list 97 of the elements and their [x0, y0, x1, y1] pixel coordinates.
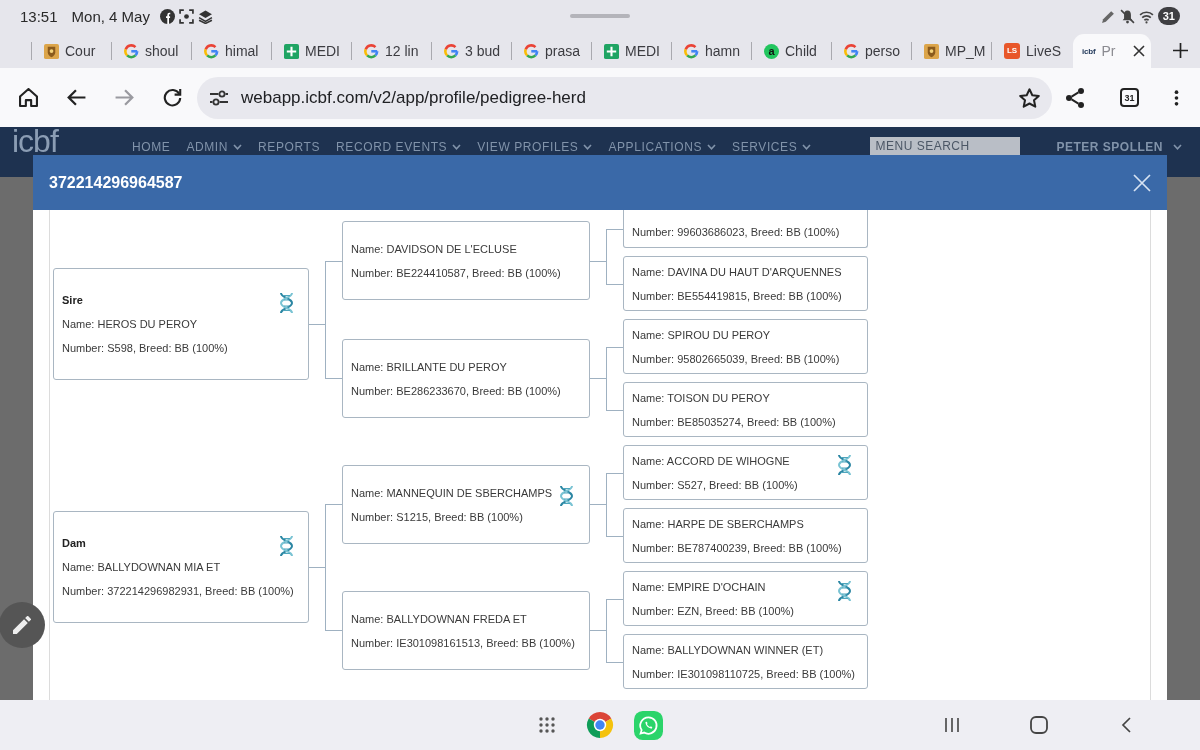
- home-icon: [18, 88, 38, 107]
- nav-menu-item[interactable]: HOME: [132, 140, 171, 154]
- animal-name: Name: DAVINA DU HAUT D'ARQUENNES: [632, 265, 842, 280]
- browser-tab[interactable]: hamn: [671, 34, 751, 68]
- reload-icon: [162, 88, 182, 107]
- browser-tab[interactable]: a Child: [751, 34, 831, 68]
- browser-tab[interactable]: himal: [191, 34, 271, 68]
- animal-name: Name: HARPE DE SBERCHAMPS: [632, 517, 804, 532]
- browser-tab[interactable]: perso: [831, 34, 911, 68]
- animal-name: Name: DAVIDSON DE L'ECLUSE: [351, 242, 517, 257]
- animal-number: Number: BE85035274, Breed: BB (100%): [632, 415, 836, 430]
- nav-menu-item[interactable]: REPORTS: [258, 140, 321, 154]
- browser-tab[interactable]: MP_M: [911, 34, 991, 68]
- spreadsheet-icon: [284, 43, 299, 59]
- user-menu-button[interactable]: PETER SPOLLEN: [1056, 127, 1182, 154]
- wifi-icon: [1138, 8, 1154, 24]
- favicon-letter: LS: [1004, 43, 1020, 59]
- g-logo-icon: [524, 43, 539, 59]
- forward-arrow-icon: [114, 88, 134, 107]
- animal-number: Number: S1215, Breed: BB (100%): [351, 509, 523, 525]
- nav-menu-item[interactable]: RECORD EVENTS: [336, 140, 462, 154]
- parent-role-label: Dam: [62, 536, 86, 551]
- animal-number: Number: BE224410587, Breed: BB (100%): [351, 266, 561, 281]
- browser-tab[interactable]: Cour: [31, 34, 111, 68]
- site-logo[interactable]: icbf: [12, 127, 132, 155]
- animal-name: Name: BRILLANTE DU PEROY: [351, 359, 507, 375]
- edit-button[interactable]: [0, 602, 45, 648]
- more-menu-icon[interactable]: [1174, 88, 1179, 107]
- tab-count-button[interactable]: 31: [1120, 88, 1139, 107]
- animal-name: Name: BALLYDOWNAN MIA ET: [62, 560, 221, 575]
- browser-tab[interactable]: prasa: [511, 34, 591, 68]
- g-logo-icon: [364, 43, 379, 59]
- g-logo-icon: [444, 43, 459, 59]
- browser-app-icon[interactable]: [586, 711, 614, 739]
- animal-number: Number: 95802665039, Breed: BB (100%): [632, 352, 840, 367]
- back-arrow-icon: [66, 88, 86, 107]
- animal-number: Number: BE286233670, Breed: BB (100%): [351, 383, 561, 399]
- clock-time: 13:51: [20, 7, 58, 25]
- animal-number: Number: EZN, Breed: BB (100%): [632, 604, 794, 619]
- menu-search-field[interactable]: MENU SEARCH: [870, 137, 1021, 155]
- animal-name: Name: TOISON DU PEROY: [632, 391, 770, 406]
- animal-number: Number: 99603686023, Breed: BB (100%): [632, 225, 840, 240]
- animal-number: Number: 372214296982931, Breed: BB (100%): [62, 584, 294, 599]
- emblem-icon: [44, 43, 59, 59]
- animal-number: Number: IE301098110725, Breed: BB (100%): [632, 667, 855, 682]
- dialog-title: 372214296964587: [49, 173, 183, 192]
- animal-number: Number: IE301098161513, Breed: BB (100%): [351, 635, 575, 651]
- status-date: Mon, 4 May: [71, 7, 150, 25]
- browser-tab[interactable]: MEDI: [271, 34, 351, 68]
- animal-name: Name: MANNEQUIN DE SBERCHAMPS: [351, 485, 553, 501]
- star-icon[interactable]: [1019, 87, 1040, 108]
- nav-menu-item[interactable]: SERVICES: [732, 140, 812, 154]
- battery-indicator: 31: [1157, 7, 1180, 25]
- browser-tab[interactable]: 3 bud: [431, 34, 511, 68]
- animal-number: Number: BE787400239, Breed: BB (100%): [632, 541, 842, 556]
- address-field[interactable]: webapp.icbf.com/v2/app/profile/pedigree-herd: [197, 76, 1052, 119]
- spreadsheet-icon: [604, 43, 619, 59]
- browser-tab[interactable]: MEDI: [591, 34, 671, 68]
- animal-number: Number: S527, Breed: BB (100%): [632, 478, 798, 493]
- scan-icon: [178, 8, 194, 24]
- sliders-icon[interactable]: [209, 89, 229, 106]
- animal-number: Number: S598, Breed: BB (100%): [62, 340, 228, 356]
- g-logo-icon: [204, 43, 219, 59]
- share-icon[interactable]: [1065, 86, 1085, 109]
- animal-name: Name: HEROS DU PEROY: [62, 316, 198, 332]
- f-logo-icon: [159, 8, 175, 24]
- mute-icon: [1119, 8, 1135, 24]
- home-icon[interactable]: [1030, 716, 1048, 734]
- animal-name: Name: EMPIRE D'OCHAIN: [632, 580, 766, 595]
- g-logo-icon: [684, 43, 699, 59]
- recent-apps-icon[interactable]: [945, 717, 959, 733]
- back-icon[interactable]: [1121, 717, 1131, 733]
- nav-menu-item[interactable]: VIEW PROFILES: [477, 140, 593, 154]
- animal-name: Name: SPIROU DU PEROY: [632, 328, 771, 343]
- plus-icon[interactable]: [1173, 43, 1188, 58]
- animal-name: Name: BALLYDOWNAN WINNER (ET): [632, 643, 824, 658]
- nav-menu-item[interactable]: ADMIN: [186, 140, 243, 154]
- layers-icon: [197, 8, 213, 24]
- pencil-icon: [13, 616, 31, 634]
- animal-name: Name: ACCORD DE WIHOGNE: [632, 454, 790, 469]
- favicon-wordmark: icbf: [1082, 46, 1096, 56]
- parent-role-label: Sire: [62, 292, 83, 308]
- emblem-icon: [924, 43, 939, 59]
- pen-icon: [1100, 8, 1116, 24]
- drag-handle[interactable]: [570, 14, 630, 18]
- browser-tab[interactable]: LS LiveS: [991, 34, 1071, 68]
- g-logo-icon: [844, 43, 859, 59]
- apps-grid-icon[interactable]: [538, 716, 556, 734]
- close-icon[interactable]: [1133, 45, 1145, 57]
- animal-name: Name: BALLYDOWNAN FREDA ET: [351, 611, 527, 627]
- browser-tab[interactable]: 12 lin: [351, 34, 431, 68]
- animal-number: Number: BE554419815, Breed: BB (100%): [632, 289, 842, 304]
- favicon-letter: a: [764, 43, 779, 59]
- browser-tab[interactable]: icbf Pr: [1073, 34, 1151, 68]
- g-logo-icon: [124, 43, 139, 59]
- nav-menu-item[interactable]: APPLICATIONS: [608, 140, 717, 154]
- browser-tab[interactable]: shoul: [111, 34, 191, 68]
